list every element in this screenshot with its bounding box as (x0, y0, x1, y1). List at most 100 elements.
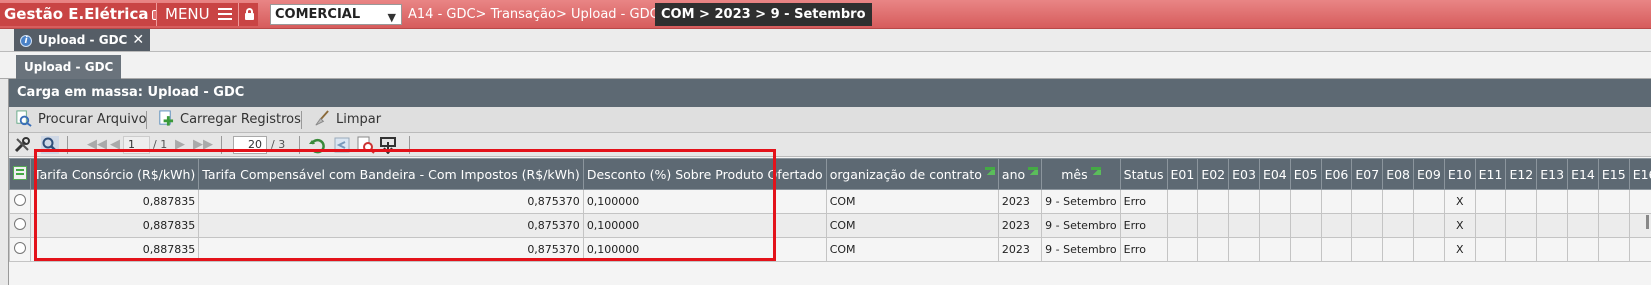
header-e04[interactable]: E04 (1258, 158, 1291, 190)
lock-button[interactable] (238, 3, 258, 26)
close-icon[interactable]: ✕ (132, 32, 144, 48)
header-e12[interactable]: E12 (1505, 158, 1538, 190)
header-e16[interactable]: E16 (1628, 158, 1651, 190)
cell-status: Erro (1119, 213, 1168, 238)
cell-tarifa-compensavel: 0,875370 (198, 237, 584, 262)
filter-icon[interactable] (984, 166, 995, 175)
header-e10[interactable]: E10 (1443, 158, 1476, 190)
page-value: 1 (128, 138, 135, 151)
header-tarifa-consorcio[interactable]: Tarifa Consórcio (R$/kWh) (29, 158, 200, 190)
header-tarifa-compensavel[interactable]: Tarifa Compensável com Bandeira - Com Im… (198, 158, 584, 190)
cell-e15 (1597, 189, 1630, 214)
table-row[interactable]: 0,887835 0,875370 0,100000 COM 2023 9 - … (9, 237, 1651, 262)
header-mes[interactable]: mês (1041, 158, 1121, 190)
table-header-row: Tarifa Consórcio (R$/kWh) Tarifa Compens… (9, 158, 1651, 190)
subtab-upload-gdc[interactable]: Upload - GDC (16, 55, 122, 79)
export-icon[interactable] (379, 136, 397, 154)
next-page-icon[interactable]: ▶ (175, 137, 185, 153)
cell-e09 (1413, 213, 1445, 238)
header-e02[interactable]: E02 (1197, 158, 1230, 190)
tab-upload-gdc[interactable]: i Upload - GDC ✕ (14, 29, 151, 51)
broom-icon (315, 110, 329, 126)
header-e09[interactable]: E09 (1413, 158, 1445, 190)
header-organizacao-label: organização de contrato (829, 166, 982, 182)
cell-e01 (1166, 237, 1199, 262)
cell-e03 (1228, 213, 1260, 238)
browse-file-button[interactable]: Procurar Arquivo (15, 107, 147, 133)
cell-e10: X (1443, 237, 1476, 262)
cell-ano[interactable]: 2023 (997, 189, 1043, 214)
menu-button[interactable]: MENU (156, 3, 238, 26)
toolbar-divider (67, 136, 68, 154)
header-ano[interactable]: ano (997, 158, 1043, 190)
first-page-icon[interactable]: ◀◀ (87, 137, 107, 153)
row-radio[interactable] (14, 242, 26, 254)
cell-ano[interactable]: 2023 (997, 213, 1043, 238)
row-select[interactable] (9, 213, 31, 238)
cell-mes[interactable]: 9 - Setembro (1041, 213, 1121, 238)
cell-tarifa-consorcio: 0,887835 (29, 189, 200, 214)
row-select[interactable] (9, 189, 31, 214)
company-select-value: COMERCIAL (275, 7, 361, 22)
cell-e12 (1505, 189, 1538, 214)
header-e03[interactable]: E03 (1228, 158, 1260, 190)
load-records-button[interactable]: Carregar Registros (157, 107, 301, 133)
row-select[interactable] (9, 237, 31, 262)
row-radio[interactable] (14, 194, 26, 206)
select-column-header[interactable] (9, 158, 31, 190)
tab-label: Upload - GDC (38, 33, 128, 47)
search-settings-icon[interactable] (357, 136, 375, 154)
tab-bar: i Upload - GDC ✕ (0, 29, 1651, 52)
cell-e11 (1474, 213, 1507, 238)
cell-e10: X (1443, 213, 1476, 238)
cell-e06 (1320, 213, 1353, 238)
app-title-label: Gestão E.Elétrica (4, 5, 149, 23)
page-input[interactable]: 1 (123, 136, 150, 154)
row-radio[interactable] (14, 218, 26, 230)
header-e01[interactable]: E01 (1166, 158, 1199, 190)
header-e13[interactable]: E13 (1536, 158, 1569, 190)
cell-mes[interactable]: 9 - Setembro (1041, 189, 1121, 214)
filter-icon[interactable] (1090, 166, 1101, 175)
cell-e05 (1289, 213, 1322, 238)
header-e14[interactable]: E14 (1567, 158, 1599, 190)
cell-ano[interactable]: 2023 (997, 237, 1043, 262)
cell-organizacao[interactable]: COM (825, 189, 999, 214)
last-page-icon[interactable]: ▶▶ (193, 137, 213, 153)
resize-handle[interactable] (1646, 215, 1649, 229)
header-e11[interactable]: E11 (1474, 158, 1507, 190)
header-organizacao[interactable]: organização de contrato (825, 158, 999, 190)
app-title[interactable]: Gestão E.Elétrica (0, 3, 167, 26)
breadcrumb[interactable]: A14 - GDC> Transação> Upload - GDC> (404, 3, 670, 26)
table-row[interactable]: 0,887835 0,875370 0,100000 COM 2023 9 - … (9, 213, 1651, 238)
page-size-input[interactable]: 20 (233, 136, 267, 154)
header-e08[interactable]: E08 (1382, 158, 1414, 190)
header-desconto[interactable]: Desconto (%) Sobre Produto Ofertado (582, 158, 827, 190)
refresh-icon[interactable] (309, 136, 327, 154)
cell-e14 (1567, 237, 1599, 262)
undo-icon[interactable] (333, 136, 351, 154)
prev-page-icon[interactable]: ◀ (110, 137, 120, 153)
cell-e13 (1536, 189, 1569, 214)
header-e05[interactable]: E05 (1289, 158, 1322, 190)
cell-e16 (1628, 237, 1651, 262)
cell-e04 (1258, 213, 1291, 238)
header-e15[interactable]: E15 (1597, 158, 1630, 190)
cell-mes[interactable]: 9 - Setembro (1041, 237, 1121, 262)
cell-organizacao[interactable]: COM (825, 237, 999, 262)
header-status[interactable]: Status (1119, 158, 1168, 190)
menu-label: MENU (165, 5, 210, 23)
filter-icon[interactable] (1028, 166, 1039, 175)
cell-e10: X (1443, 189, 1476, 214)
clear-button[interactable]: Limpar (313, 107, 381, 133)
cell-e11 (1474, 237, 1507, 262)
hamburger-icon (218, 8, 233, 20)
cell-e02 (1197, 237, 1230, 262)
cell-organizacao[interactable]: COM (825, 213, 999, 238)
tools-icon[interactable] (13, 136, 31, 154)
search-icon[interactable] (41, 136, 59, 154)
company-select[interactable]: COMERCIAL ▼ (270, 4, 402, 25)
header-e07[interactable]: E07 (1351, 158, 1384, 190)
table-row[interactable]: 0,887835 0,875370 0,100000 COM 2023 9 - … (9, 189, 1651, 214)
header-e06[interactable]: E06 (1320, 158, 1353, 190)
